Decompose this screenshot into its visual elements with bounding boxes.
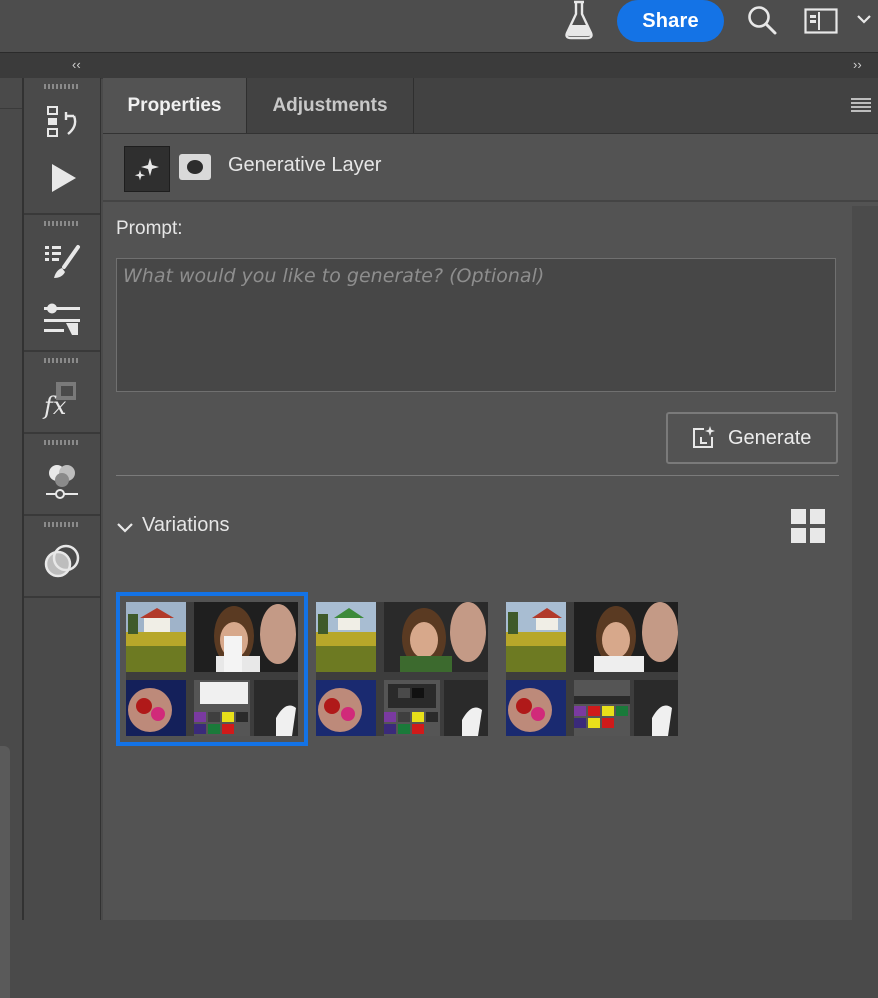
grip-handle[interactable] xyxy=(44,84,80,89)
prompt-field[interactable] xyxy=(116,258,836,392)
panel-collapse-strip: ‹‹ ›› xyxy=(0,52,878,79)
history-icon[interactable] xyxy=(42,102,82,142)
adjustments-icon[interactable] xyxy=(42,460,82,500)
search-icon[interactable] xyxy=(746,4,778,36)
variation-thumbnail-1[interactable] xyxy=(116,592,308,746)
collapse-right-button[interactable]: ›› xyxy=(853,57,862,72)
canvas-divider xyxy=(0,108,22,109)
layer-name: Generative Layer xyxy=(228,154,382,176)
section-divider xyxy=(116,475,839,476)
fx-styles-icon[interactable]: fx xyxy=(42,380,82,420)
channels-icon[interactable] xyxy=(42,542,82,582)
brush-presets-icon[interactable] xyxy=(42,241,82,281)
play-action-icon[interactable] xyxy=(42,158,82,198)
adjust-sliders-icon[interactable] xyxy=(42,299,82,339)
grip-handle[interactable] xyxy=(44,358,80,363)
panel-menu-icon[interactable] xyxy=(851,98,871,112)
panel-scrollbar[interactable] xyxy=(852,206,878,920)
variation-image xyxy=(316,602,488,736)
properties-panel: Properties Adjustments Generative Layer … xyxy=(103,78,878,920)
mask-icon[interactable] xyxy=(179,154,211,180)
panel-icon-column: fx xyxy=(23,78,101,920)
collapse-left-button[interactable]: ‹‹ xyxy=(72,57,81,72)
top-bar: Share xyxy=(0,0,878,52)
generate-icon xyxy=(690,425,716,451)
share-button[interactable]: Share xyxy=(617,0,724,42)
variations-label: Variations xyxy=(142,513,230,536)
chevron-down-icon[interactable] xyxy=(116,518,134,533)
variations-header[interactable]: Variations xyxy=(116,510,229,540)
grip-handle[interactable] xyxy=(44,440,80,445)
tool-group-1 xyxy=(24,78,100,215)
sparkle-icon[interactable] xyxy=(124,146,170,192)
flask-icon[interactable] xyxy=(562,0,596,40)
variation-image xyxy=(506,602,678,736)
generate-button[interactable]: Generate xyxy=(666,412,838,464)
tool-group-3: fx xyxy=(24,352,100,434)
layer-info-row: Generative Layer xyxy=(103,134,878,202)
prompt-label: Prompt: xyxy=(116,218,183,239)
prompt-input[interactable] xyxy=(117,259,835,391)
workspace-layout-icon[interactable] xyxy=(804,8,838,34)
canvas-scrollbar[interactable] xyxy=(0,746,10,998)
panel-tabs: Properties Adjustments xyxy=(103,78,878,134)
generate-label: Generate xyxy=(728,426,812,449)
chevron-down-icon[interactable] xyxy=(856,12,872,26)
variation-thumbnail-2[interactable] xyxy=(316,602,488,736)
tab-adjustments[interactable]: Adjustments xyxy=(247,78,414,133)
svg-text:fx: fx xyxy=(42,392,67,420)
grid-view-icon[interactable] xyxy=(791,509,825,543)
grip-handle[interactable] xyxy=(44,221,80,226)
tool-group-4 xyxy=(24,434,100,516)
variation-image xyxy=(126,602,298,736)
grip-handle[interactable] xyxy=(44,522,80,527)
tool-group-2 xyxy=(24,215,100,352)
tool-group-5 xyxy=(24,516,100,598)
variation-thumbnail-3[interactable] xyxy=(506,602,678,736)
canvas-edge xyxy=(0,78,23,998)
tab-properties[interactable]: Properties xyxy=(103,78,247,133)
